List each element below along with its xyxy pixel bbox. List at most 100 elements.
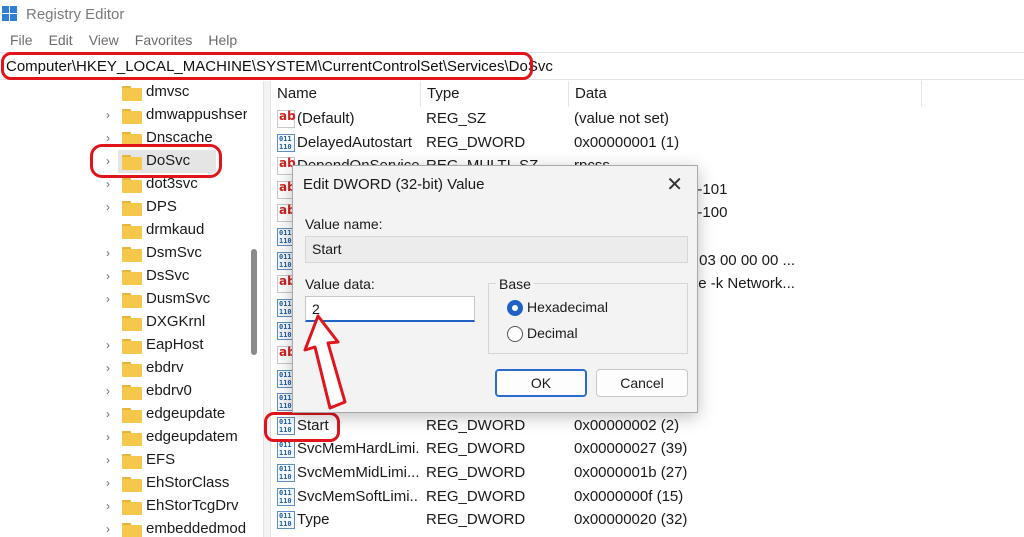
- chevron-right-icon[interactable]: ›: [106, 292, 110, 306]
- tree-item-label: EhStorClass: [146, 474, 230, 491]
- value-type: REG_DWORD: [426, 440, 526, 458]
- tree-item[interactable]: › DPS: [0, 196, 263, 219]
- tree-item-label: dot3svc: [146, 175, 198, 192]
- chevron-right-icon[interactable]: ›: [106, 269, 110, 283]
- chevron-right-icon[interactable]: ›: [106, 131, 110, 145]
- binary-value-icon: 011 110: [277, 487, 295, 506]
- folder-icon: [122, 86, 142, 101]
- tree-item[interactable]: drmkaud: [0, 219, 263, 242]
- value-data: 0x00000002 (2): [574, 416, 680, 434]
- chevron-right-icon[interactable]: ›: [106, 476, 110, 490]
- address-path[interactable]: Computer\HKEY_LOCAL_MACHINE\SYSTEM\Curre…: [6, 58, 553, 75]
- chevron-right-icon[interactable]: ›: [106, 453, 110, 467]
- value-name: DelayedAutostart: [297, 133, 413, 151]
- hexadecimal-label[interactable]: Hexadecimal: [527, 299, 608, 315]
- tree-item-label: EhStorTcgDrv: [146, 497, 239, 514]
- tree-item[interactable]: › EapHost: [0, 334, 263, 357]
- chevron-right-icon[interactable]: ›: [106, 338, 110, 352]
- folder-icon: [122, 132, 142, 147]
- folder-icon: [122, 224, 142, 239]
- tree-item[interactable]: › dot3svc: [0, 173, 263, 196]
- chevron-right-icon[interactable]: ›: [106, 200, 110, 214]
- folder-icon: [122, 316, 142, 331]
- column-header-name[interactable]: Name: [271, 81, 421, 107]
- tree-item-label: edgeupdatem: [146, 428, 238, 445]
- tree-item[interactable]: › embeddedmod: [0, 518, 263, 537]
- decimal-label[interactable]: Decimal: [527, 325, 578, 341]
- menu-file[interactable]: File: [10, 32, 33, 50]
- folder-icon: [122, 385, 142, 400]
- value-data: 0x0000000f (15): [574, 487, 684, 505]
- key-tree: dmvsc › dmwappushser › Dnscache › DoSvc › dot3sv…: [0, 81, 263, 537]
- tree-item[interactable]: DXGKrnl: [0, 311, 263, 334]
- tree-item-label: dmvsc: [146, 83, 190, 100]
- value-row[interactable]: 011 110 Start REG_DWORD 0x00000002 (2): [271, 414, 1024, 438]
- decimal-radio[interactable]: [507, 326, 523, 342]
- chevron-right-icon[interactable]: ›: [106, 177, 110, 191]
- chevron-right-icon[interactable]: ›: [106, 499, 110, 513]
- tree-scrollbar[interactable]: [247, 81, 261, 537]
- value-type: REG_DWORD: [426, 511, 526, 529]
- tree-item[interactable]: › Dnscache: [0, 127, 263, 150]
- chevron-right-icon[interactable]: ›: [106, 154, 110, 168]
- tree-item-label: DPS: [146, 198, 177, 215]
- tree-item[interactable]: › DoSvc: [0, 150, 263, 173]
- chevron-right-icon[interactable]: ›: [106, 108, 110, 122]
- value-row[interactable]: 011 110 SvcMemHardLimi... REG_DWORD 0x000000…: [271, 437, 1024, 461]
- tree-item[interactable]: › DsmSvc: [0, 242, 263, 265]
- value-name: SvcMemSoftLimi...: [297, 487, 419, 505]
- chevron-right-icon[interactable]: ›: [106, 522, 110, 536]
- chevron-right-icon[interactable]: ›: [106, 407, 110, 421]
- value-name-field: Start: [305, 236, 688, 263]
- tree-item-label: embeddedmod: [146, 520, 247, 537]
- chevron-right-icon[interactable]: ›: [106, 361, 110, 375]
- chevron-right-icon[interactable]: ›: [106, 246, 110, 260]
- value-data: (value not set): [574, 110, 670, 127]
- tree-item[interactable]: dmvsc: [0, 81, 263, 104]
- value-type: REG_DWORD: [426, 464, 526, 481]
- ok-button[interactable]: OK: [495, 369, 587, 397]
- column-header-type[interactable]: Type: [421, 81, 569, 107]
- tree-item[interactable]: › DusmSvc: [0, 288, 263, 311]
- scrollbar-thumb[interactable]: [251, 249, 257, 355]
- value-name: (Default): [297, 110, 355, 127]
- folder-icon: [122, 201, 142, 216]
- hexadecimal-radio[interactable]: [507, 300, 523, 316]
- tree-item[interactable]: › dmwappushser: [0, 104, 263, 127]
- value-name: Start: [297, 416, 329, 434]
- tree-item[interactable]: › EFS: [0, 449, 263, 472]
- tree-item-label: EFS: [146, 451, 176, 468]
- column-header-data[interactable]: Data: [569, 81, 922, 107]
- tree-item-label: drmkaud: [146, 221, 205, 238]
- binary-value-icon: 011 110: [277, 464, 295, 482]
- tree-item[interactable]: › EhStorClass: [0, 472, 263, 495]
- tree-item[interactable]: › ebdrv0: [0, 380, 263, 403]
- chevron-right-icon[interactable]: ›: [106, 384, 110, 398]
- value-data-input[interactable]: 2: [305, 296, 475, 322]
- value-name-label: Value name:: [305, 216, 383, 232]
- tree-item[interactable]: › EhStorTcgDrv: [0, 495, 263, 518]
- value-row[interactable]: 011 110 DelayedAutostart REG_DWORD 0x0000000…: [271, 131, 1024, 155]
- menu-edit[interactable]: Edit: [49, 32, 73, 50]
- cancel-button[interactable]: Cancel: [596, 369, 688, 397]
- menu-favorites[interactable]: Favorites: [135, 32, 193, 50]
- folder-icon: [122, 454, 142, 469]
- value-row[interactable]: 011 110 SvcMemMidLimi... REG_DWORD 0x0000001…: [271, 461, 1024, 485]
- tree-item[interactable]: › edgeupdatem: [0, 426, 263, 449]
- menu-view[interactable]: View: [89, 32, 119, 50]
- base-group: [488, 283, 688, 354]
- value-row[interactable]: ab (Default) REG_SZ (value not set): [271, 107, 1024, 131]
- menu-bar: File Edit View Favorites Help: [0, 32, 243, 50]
- title-bar: Registry Editor: [0, 0, 1024, 30]
- menu-help[interactable]: Help: [208, 32, 237, 50]
- tree-item[interactable]: › DsSvc: [0, 265, 263, 288]
- tree-item[interactable]: › edgeupdate: [0, 403, 263, 426]
- pane-splitter[interactable]: [263, 81, 271, 537]
- close-icon[interactable]: ✕: [666, 172, 683, 197]
- chevron-right-icon[interactable]: ›: [106, 430, 110, 444]
- tree-item-label: ebdrv: [146, 359, 184, 376]
- value-row[interactable]: 011 110 Type REG_DWORD 0x00000020 (32): [271, 508, 1024, 532]
- tree-item[interactable]: › ebdrv: [0, 357, 263, 380]
- value-row[interactable]: 011 110 SvcMemSoftLimi... REG_DWORD 0x000000…: [271, 485, 1024, 509]
- address-bar[interactable]: Computer\HKEY_LOCAL_MACHINE\SYSTEM\Curre…: [0, 52, 1024, 80]
